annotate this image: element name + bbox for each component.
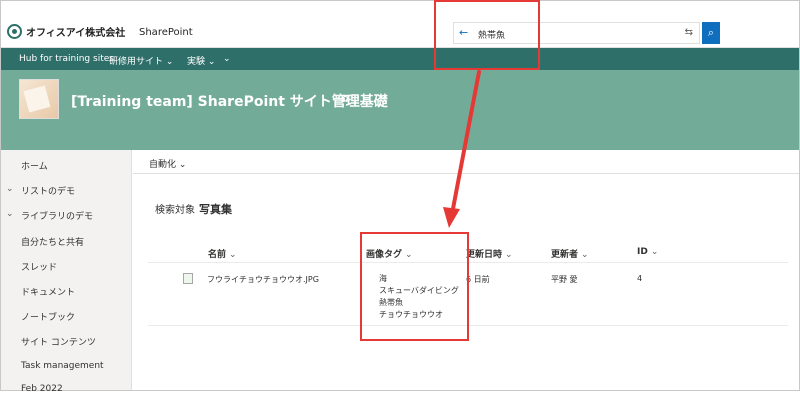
hub-nav-item-experiment[interactable]: 実験 ⌄ — [187, 54, 215, 67]
search-scope: 検索対象 写真集 — [155, 201, 232, 217]
nav-item-label: Feb 2022 — [21, 384, 63, 394]
column-header-label: 更新日時 — [466, 250, 503, 260]
search-icon: ⌕ — [707, 26, 715, 39]
search-filter-icon[interactable]: ⇆ — [685, 27, 693, 38]
file-name-link[interactable]: フウライチョウチョウウオ.JPG — [207, 274, 319, 285]
nav-item-label: ライブラリのデモ — [21, 212, 94, 222]
site-title-icon: ✿ — [341, 94, 350, 105]
suite-bar: オフィスアイ株式会社 SharePoint ← 熱帯魚 ⇆ ⌕ — [1, 18, 799, 48]
automate-button[interactable]: 自動化 ⌄ — [149, 157, 186, 170]
chevron-down-icon: ⌄ — [650, 247, 659, 257]
hub-nav: Hub for training sites 研修用サイト ⌄ 実験 ⌄ ⌄ — [1, 48, 799, 70]
hub-nav-item-training-site[interactable]: 研修用サイト ⌄ — [109, 54, 173, 67]
column-header-name[interactable]: 名前 ⌄ — [208, 247, 237, 260]
nav-item-label: Task management — [21, 361, 104, 371]
highlight-image-tags — [360, 232, 469, 341]
chevron-down-icon[interactable]: ⌄ — [6, 209, 14, 219]
highlight-search-box — [434, 0, 540, 70]
brand[interactable]: オフィスアイ株式会社 — [7, 24, 125, 39]
command-bar: 自動化 ⌄ — [133, 150, 799, 174]
site-logo[interactable] — [19, 79, 59, 119]
search-button[interactable]: ⌕ — [702, 22, 720, 44]
search-scope-value: 写真集 — [199, 203, 232, 216]
chevron-down-icon: ⌄ — [581, 250, 589, 260]
nav-item-label: スレッド — [21, 263, 58, 273]
nav-item-label: 自分たちと共有 — [21, 238, 85, 248]
app-name-link[interactable]: SharePoint — [139, 27, 193, 38]
hub-nav-more-chevron[interactable]: ⌄ — [223, 54, 231, 64]
hub-nav-item-hub[interactable]: Hub for training sites — [19, 54, 114, 64]
chevron-down-icon: ⌄ — [505, 250, 513, 260]
nav-item-label: ホーム — [21, 162, 48, 172]
search-scope-label: 検索対象 — [155, 205, 195, 216]
site-header: [Training team] SharePoint サイト管理基礎 ✿ — [1, 70, 799, 150]
image-file-icon — [183, 273, 193, 284]
brand-name: オフィスアイ株式会社 — [26, 28, 126, 39]
brand-logo-icon — [7, 24, 22, 39]
id-cell: 4 — [637, 274, 643, 283]
column-header-id[interactable]: ID ⌄ — [637, 247, 658, 257]
modified-cell: 6 日前 — [466, 275, 490, 284]
modified-by-cell[interactable]: 平野 愛 — [551, 274, 578, 285]
nav-item-label: ノートブック — [21, 313, 76, 323]
column-header-label: 名前 — [208, 250, 227, 260]
chevron-down-icon[interactable]: ⌄ — [6, 184, 14, 194]
nav-item-label: ドキュメント — [21, 288, 76, 298]
chevron-down-icon: ⌄ — [229, 250, 237, 260]
column-header-modified-by[interactable]: 更新者 ⌄ — [551, 247, 589, 260]
nav-item-label: サイト コンテンツ — [21, 338, 96, 348]
left-nav: ホーム ⌄ リストのデモ ⌄ ライブラリのデモ 自分たちと共有 スレッド ドキュ… — [1, 150, 132, 394]
column-header-modified[interactable]: 更新日時 ⌄ — [466, 247, 513, 260]
column-header-label: 更新者 — [551, 250, 579, 260]
column-header-label: ID — [637, 247, 648, 257]
nav-item-label: リストのデモ — [21, 187, 76, 197]
